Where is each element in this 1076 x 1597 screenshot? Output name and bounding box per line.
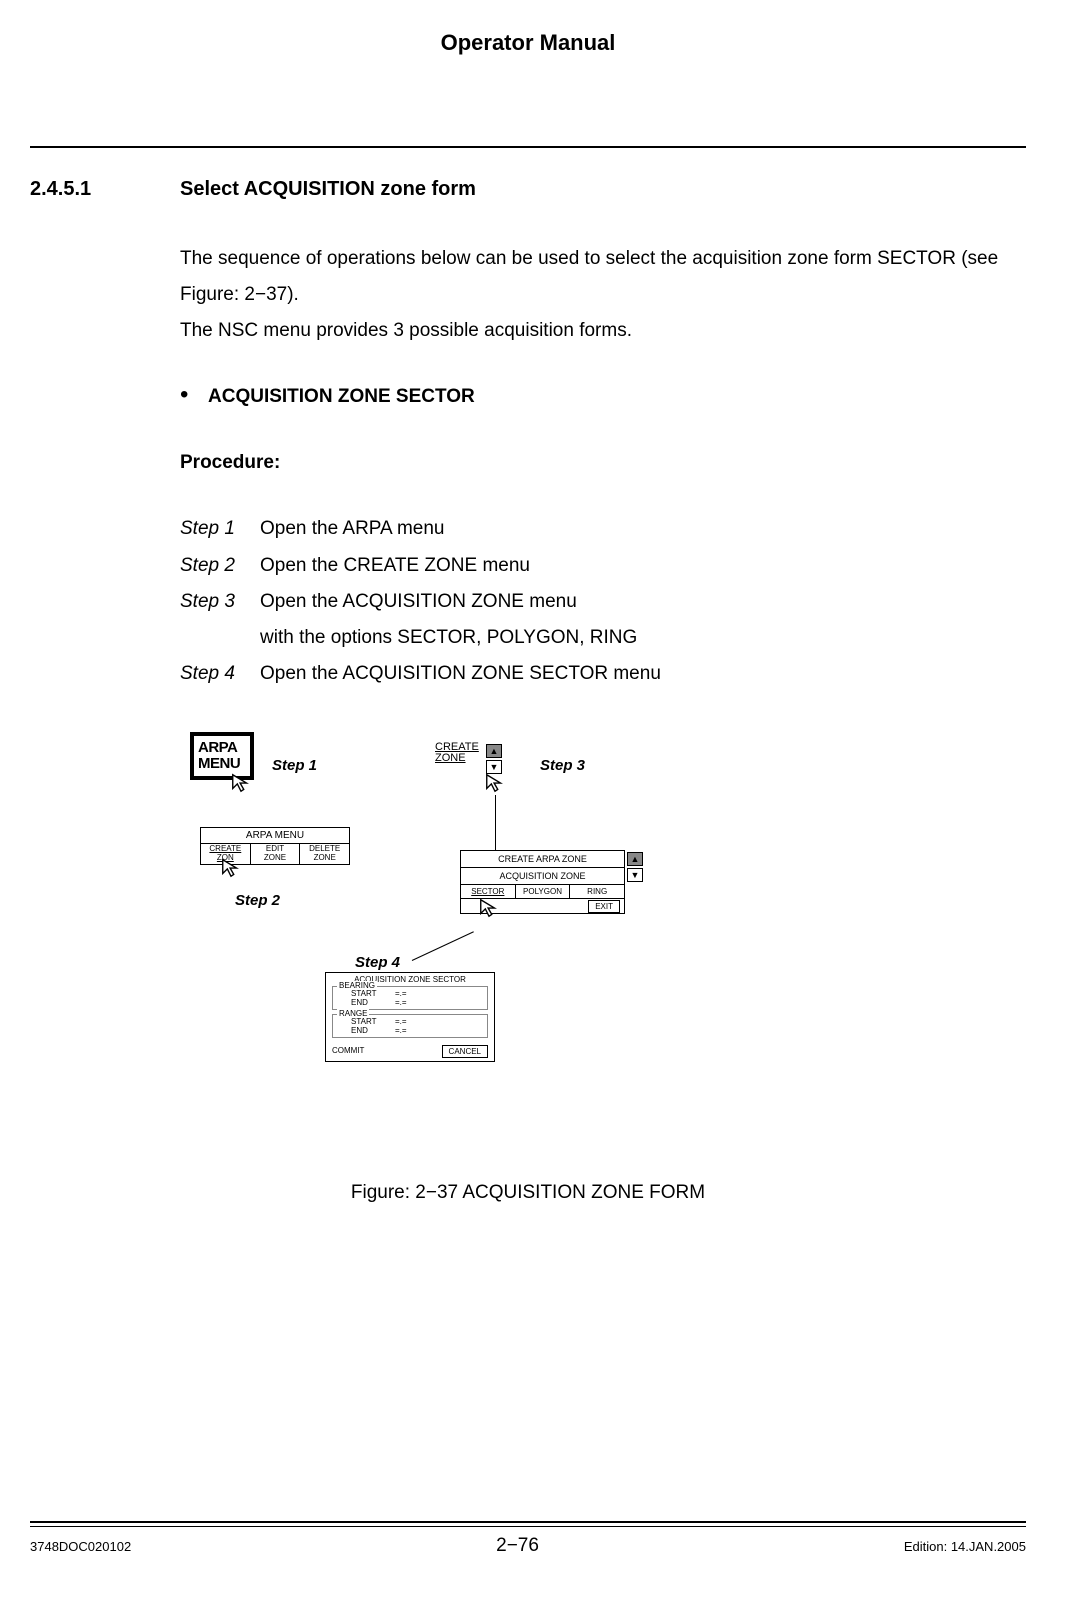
footer-page-number: 2−76 bbox=[496, 1535, 539, 1557]
menu-cell-text: ZONE bbox=[264, 853, 286, 862]
sb-end-label: END bbox=[351, 998, 389, 1007]
annotation-step1: Step 1 bbox=[272, 757, 317, 774]
arpa-box-line2: MENU bbox=[198, 756, 246, 772]
section-title: Select ACQUISITION zone form bbox=[180, 178, 476, 201]
step-row: Step 4 Open the ACQUISITION ZONE SECTOR … bbox=[180, 656, 1026, 692]
bullet-dot-icon: • bbox=[180, 383, 208, 407]
menu-cell-text: EDIT bbox=[266, 844, 284, 853]
connector-line bbox=[495, 795, 496, 850]
section-heading-row: 2.4.5.1 Select ACQUISITION zone form bbox=[30, 178, 1026, 201]
caz-cell-ring: RING bbox=[570, 885, 624, 898]
footer-rule bbox=[30, 1526, 1026, 1527]
step-row: Step 1 Open the ARPA menu bbox=[180, 511, 1026, 547]
sb-value: =.= bbox=[395, 1017, 407, 1026]
intro-paragraph: The sequence of operations below can be … bbox=[180, 241, 1026, 349]
header-rule bbox=[30, 146, 1026, 148]
sb-start-label: START bbox=[351, 989, 389, 998]
footer-rule bbox=[30, 1521, 1026, 1523]
step-row: Step 2 Open the CREATE ZONE menu bbox=[180, 548, 1026, 584]
step-row: with the options SECTOR, POLYGON, RING bbox=[180, 620, 1026, 656]
sb-value: =.= bbox=[395, 1026, 407, 1035]
procedure-steps: Step 1 Open the ARPA menu Step 2 Open th… bbox=[180, 511, 1026, 691]
scroll-down-icon: ▼ bbox=[627, 868, 643, 882]
annotation-step2: Step 2 bbox=[235, 892, 280, 909]
arpa-box-line1: ARPA bbox=[198, 740, 246, 756]
footer-doc-id: 3748DOC020102 bbox=[30, 1539, 131, 1554]
step-label: Step 3 bbox=[180, 584, 260, 620]
caz-cell-text: SECTOR bbox=[471, 887, 504, 896]
step-text: Open the ACQUISITION ZONE menu bbox=[260, 584, 577, 620]
cursor-icon bbox=[220, 857, 242, 879]
procedure-label: Procedure: bbox=[180, 445, 1026, 481]
body-content: The sequence of operations below can be … bbox=[180, 241, 1026, 692]
create-zone-label: CREATE ZONE bbox=[435, 742, 479, 765]
connector-line bbox=[412, 931, 474, 961]
create-zone-l2: ZONE bbox=[435, 752, 466, 764]
create-zone-l1: CREATE bbox=[435, 741, 479, 753]
scroll-up-icon: ▲ bbox=[486, 744, 502, 758]
cursor-icon bbox=[484, 772, 506, 794]
footer-edition: Edition: 14.JAN.2005 bbox=[904, 1539, 1026, 1554]
step-label bbox=[180, 620, 260, 656]
menu-cell-delete-zone: DELETE ZONE bbox=[300, 844, 349, 864]
sb-end-label: END bbox=[351, 1026, 389, 1035]
sb-commit-button: COMMIT bbox=[332, 1045, 364, 1058]
page-footer: 3748DOC020102 2−76 Edition: 14.JAN.2005 bbox=[30, 1521, 1026, 1557]
acquisition-zone-sector-popup: ACQUISITION ZONE SECTOR BEARING START=.=… bbox=[325, 972, 495, 1062]
menu-cell-text: ZONE bbox=[314, 853, 336, 862]
step-text: with the options SECTOR, POLYGON, RING bbox=[260, 620, 637, 656]
scroll-buttons: ▲ ▼ bbox=[627, 852, 643, 884]
figure-caption: Figure: 2−37 ACQUISITION ZONE FORM bbox=[30, 1182, 1026, 1204]
sb-bearing-group: BEARING START=.= END=.= bbox=[332, 986, 488, 1010]
annotation-step4: Step 4 bbox=[355, 954, 400, 971]
step-label: Step 1 bbox=[180, 511, 260, 547]
sb-cancel-button: CANCEL bbox=[442, 1045, 488, 1058]
sb-start-label: START bbox=[351, 1017, 389, 1026]
annotation-step3: Step 3 bbox=[540, 757, 585, 774]
caz-title: CREATE ARPA ZONE bbox=[461, 851, 624, 868]
sb-value: =.= bbox=[395, 989, 407, 998]
page-header-title: Operator Manual bbox=[30, 30, 1026, 56]
step-row: Step 3 Open the ACQUISITION ZONE menu bbox=[180, 584, 1026, 620]
sb-range-label: RANGE bbox=[337, 1009, 369, 1018]
step-text: Open the CREATE ZONE menu bbox=[260, 548, 530, 584]
sb-bearing-label: BEARING bbox=[337, 981, 377, 990]
menu-cell-text: DELETE bbox=[309, 844, 340, 853]
step-label: Step 2 bbox=[180, 548, 260, 584]
sb-footer: COMMIT CANCEL bbox=[326, 1042, 494, 1061]
step-label: Step 4 bbox=[180, 656, 260, 692]
scroll-up-icon: ▲ bbox=[627, 852, 643, 866]
cursor-icon bbox=[230, 772, 252, 794]
sb-value: =.= bbox=[395, 998, 407, 1007]
intro-line-1: The sequence of operations below can be … bbox=[180, 241, 1026, 313]
intro-line-2: The NSC menu provides 3 possible acquisi… bbox=[180, 313, 1026, 349]
caz-cell-polygon: POLYGON bbox=[516, 885, 571, 898]
figure-diagram: ARPA MENU Step 1 ARPA MENU CREATE ZON ED… bbox=[180, 732, 700, 1152]
arpa-menu-title: ARPA MENU bbox=[201, 828, 349, 844]
sb-range-group: RANGE START=.= END=.= bbox=[332, 1014, 488, 1038]
bullet-text: ACQUISITION ZONE SECTOR bbox=[208, 379, 475, 415]
step-text: Open the ACQUISITION ZONE SECTOR menu bbox=[260, 656, 661, 692]
caz-subtitle: ACQUISITION ZONE bbox=[461, 868, 624, 885]
step-text: Open the ARPA menu bbox=[260, 511, 445, 547]
menu-cell-text: CREATE bbox=[209, 844, 241, 853]
menu-cell-edit-zone: EDIT ZONE bbox=[251, 844, 301, 864]
bullet-row: • ACQUISITION ZONE SECTOR bbox=[180, 379, 1026, 415]
caz-exit-button: EXIT bbox=[588, 900, 620, 913]
section-number: 2.4.5.1 bbox=[30, 178, 180, 201]
cursor-icon bbox=[478, 897, 500, 919]
